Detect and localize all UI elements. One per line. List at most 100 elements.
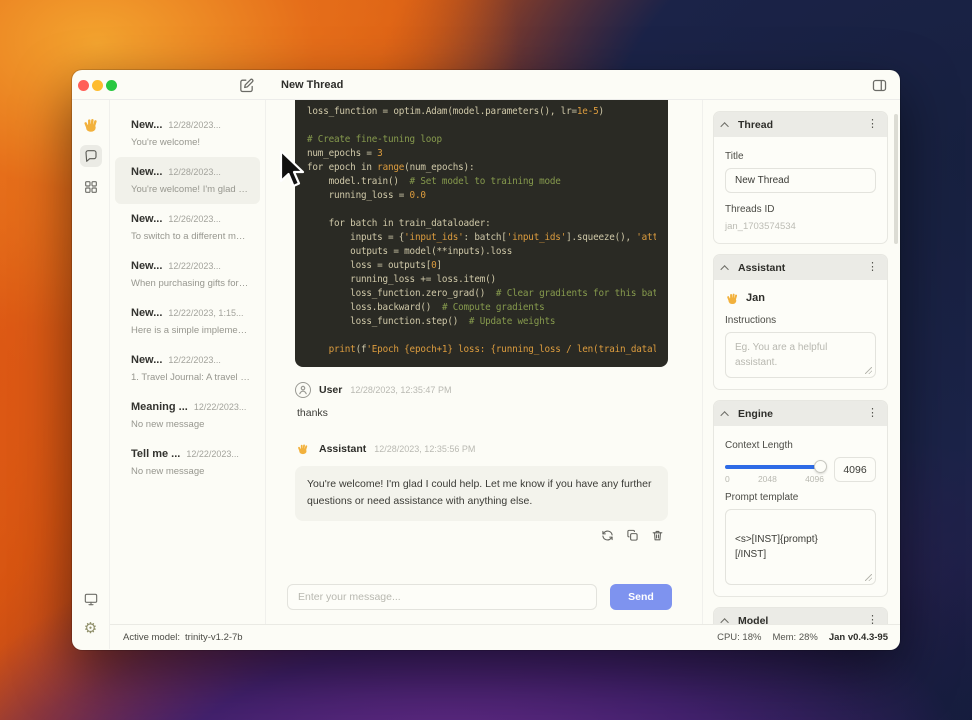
regenerate-icon[interactable]	[601, 529, 614, 542]
collapse-chevron-icon	[720, 264, 729, 274]
instructions-textarea[interactable]: Eg. You are a helpful assistant.	[725, 332, 876, 378]
cpu-usage: CPU: 18%	[717, 631, 762, 643]
card-title: Model	[738, 614, 769, 625]
chat-scroll-area[interactable]: loss_function = optim.Adam(model.paramet…	[266, 100, 702, 576]
zoom-window-button[interactable]	[106, 80, 117, 91]
message-input-row: Send	[266, 576, 702, 624]
thread-list-item[interactable]: Tell me ... 12/22/2023... No new message	[115, 439, 260, 486]
thread-preview: You're welcome! I'm glad I cou...	[131, 184, 250, 195]
code-line: loss_function = optim.Adam(model.paramet…	[307, 106, 604, 117]
thread-title: New...	[131, 260, 163, 272]
thread-list-item[interactable]: New... 12/22/2023... When purchasing gifts…	[115, 251, 260, 298]
jan-logo-hand-icon	[80, 114, 102, 136]
sidebar-item-chat[interactable]	[79, 145, 102, 167]
thread-title: Meaning ...	[131, 401, 188, 413]
message-actions	[295, 529, 668, 542]
thread-settings-card: Thread ⋮ Title New Thread Threads ID jan…	[713, 111, 888, 244]
thread-date: 12/22/2023...	[168, 261, 221, 271]
threads-id-value: jan_1703574534	[725, 221, 796, 232]
prompt-template-textarea[interactable]: <s>[INST]{prompt} [/INST]	[725, 509, 876, 585]
collapse-chevron-icon	[720, 410, 729, 420]
thread-title: New...	[131, 213, 163, 225]
card-title: Thread	[738, 118, 774, 131]
user-avatar-icon	[295, 382, 311, 398]
thread-date: 12/26/2023...	[168, 214, 221, 224]
prompt-template-value: <s>[INST]{prompt} [/INST]	[735, 534, 818, 560]
minimize-window-button[interactable]	[92, 80, 103, 91]
thread-list-item[interactable]: New... 12/26/2023... To switch to a differ…	[115, 204, 260, 251]
model-settings-card: Model ⋮ Mistral Instruct 7B Q4 Max Token…	[713, 607, 888, 624]
traffic-lights	[78, 80, 117, 91]
thread-date: 12/22/2023, 1:15...	[168, 308, 244, 318]
message-input[interactable]	[287, 584, 597, 610]
resize-handle[interactable]	[865, 367, 872, 374]
slider-handle[interactable]	[814, 460, 827, 473]
thread-list-item[interactable]: New... 12/22/2023, 1:15... Here is a simpl…	[115, 298, 260, 345]
status-bar: Active model: trinity-v1.2-7b CPU: 18% M…	[110, 624, 900, 649]
code-line: loss.backward() # Compute gradients	[307, 302, 545, 313]
toggle-right-panel-icon[interactable]	[871, 77, 888, 94]
kebab-menu-icon[interactable]: ⋮	[867, 262, 878, 273]
thread-list-item[interactable]: New... 12/22/2023... 1. Travel Journal: A …	[115, 345, 260, 392]
new-thread-compose-icon[interactable]	[238, 77, 255, 94]
thread-card-header[interactable]: Thread ⋮	[714, 112, 887, 137]
code-line: running_loss += loss.item()	[307, 274, 496, 285]
jan-app-window: New Thread ⚙ New... 12/28/2023... You're…	[72, 70, 900, 650]
thread-title: New...	[131, 354, 163, 366]
thread-preview: You're welcome!	[131, 137, 201, 148]
thread-preview: 1. Travel Journal: A travel journ...	[131, 372, 250, 383]
assistant-settings-card: Assistant ⋮ Jan Instructions Eg. You are…	[713, 254, 888, 390]
code-block: loss_function = optim.Adam(model.paramet…	[295, 100, 668, 367]
memory-usage: Mem: 28%	[772, 631, 818, 643]
code-line: loss_function.zero_grad() # Clear gradie…	[307, 288, 656, 299]
card-title: Assistant	[738, 261, 786, 274]
assistant-hand-icon	[725, 291, 739, 305]
thread-title: New...	[131, 307, 163, 319]
thread-list-item[interactable]: Meaning ... 12/22/2023... No new message	[115, 392, 260, 439]
message-timestamp: 12/28/2023, 12:35:56 PM	[374, 444, 476, 454]
thread-title: New...	[131, 166, 163, 178]
thread-preview: Here is a simple implementati...	[131, 325, 250, 336]
thread-title-input[interactable]: New Thread	[725, 168, 876, 193]
message-author: User	[319, 384, 343, 396]
engine-settings-card: Engine ⋮ Context Length 0 2048 4096 4096…	[713, 400, 888, 597]
active-model-value: trinity-v1.2-7b	[185, 631, 243, 643]
thread-preview: No new message	[131, 466, 205, 477]
kebab-menu-icon[interactable]: ⋮	[867, 615, 878, 625]
settings-gear-icon[interactable]: ⚙	[80, 617, 102, 639]
thread-date: 12/22/2023...	[193, 402, 247, 412]
resize-handle[interactable]	[865, 574, 872, 581]
kebab-menu-icon[interactable]: ⋮	[867, 408, 878, 419]
context-length-label: Context Length	[725, 440, 793, 451]
message-text: thanks	[297, 407, 328, 419]
assistant-avatar-hand-icon	[295, 441, 311, 457]
code-line: for batch in train_dataloader:	[307, 218, 491, 229]
code-line: num_epochs = 3	[307, 148, 383, 159]
close-window-button[interactable]	[78, 80, 89, 91]
assistant-name: Jan	[746, 292, 765, 304]
instructions-label: Instructions	[725, 315, 777, 326]
thread-list-item[interactable]: New... 12/28/2023... You're welcome!	[115, 110, 260, 157]
copy-icon[interactable]	[626, 529, 639, 542]
prompt-template-label: Prompt template	[725, 492, 799, 503]
message-timestamp: 12/28/2023, 12:35:47 PM	[350, 385, 452, 395]
delete-icon[interactable]	[651, 529, 664, 542]
code-line: inputs = {'input_ids': batch['input_ids'…	[307, 232, 656, 243]
assistant-card-header[interactable]: Assistant ⋮	[714, 255, 887, 280]
kebab-menu-icon[interactable]: ⋮	[867, 119, 878, 130]
send-button[interactable]: Send	[610, 584, 672, 610]
left-icon-rail: ⚙	[72, 100, 110, 649]
system-monitor-icon[interactable]	[80, 588, 102, 610]
sidebar-item-hub[interactable]	[80, 176, 102, 198]
panel-scrollbar[interactable]	[894, 114, 898, 244]
thread-list-item[interactable]: New... 12/28/2023... You're welcome! I'm g…	[115, 157, 260, 204]
thread-list: New... 12/28/2023... You're welcome! New...…	[110, 100, 266, 624]
model-card-header[interactable]: Model ⋮	[714, 608, 887, 624]
engine-card-header[interactable]: Engine ⋮	[714, 401, 887, 426]
context-length-value[interactable]: 4096	[834, 457, 876, 482]
assistant-message: Assistant 12/28/2023, 12:35:56 PM You're…	[295, 441, 668, 521]
context-length-slider[interactable]	[725, 460, 827, 473]
